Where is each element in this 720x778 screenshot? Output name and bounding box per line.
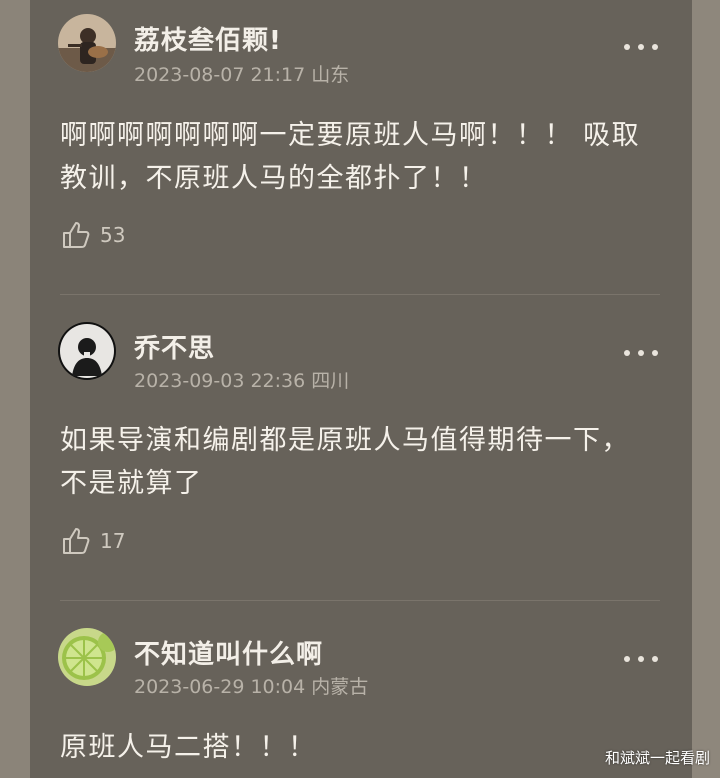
thumbs-up-icon <box>63 222 90 248</box>
avatar-image <box>58 14 116 72</box>
username[interactable]: 乔不思 <box>134 328 215 365</box>
more-dots-icon[interactable] <box>624 42 658 52</box>
background-left-edge <box>0 0 30 778</box>
like-count: 53 <box>100 223 126 247</box>
username[interactable]: 不知道叫什么啊 <box>134 634 323 671</box>
more-dots-icon[interactable] <box>624 348 658 358</box>
divider <box>60 294 660 295</box>
avatar[interactable] <box>58 322 116 380</box>
background-right-edge <box>692 0 720 778</box>
avatar[interactable] <box>58 14 116 72</box>
watermark: 和斌斌一起看剧 <box>604 749 710 767</box>
comment-meta: 2023-09-03 22:36 四川 <box>134 370 350 392</box>
comment-panel: 荔枝叁佰颗! 2023-08-07 21:17 山东 啊啊啊啊啊啊啊一定要原班人… <box>30 0 692 778</box>
avatar-image <box>58 628 116 686</box>
avatar-image <box>58 322 116 380</box>
thumbs-up-icon <box>63 528 90 554</box>
comment-text: 啊啊啊啊啊啊啊一定要原班人马啊！！！ 吸取 教训，不原班人马的全都扑了！！ <box>60 120 641 194</box>
more-dots-icon[interactable] <box>624 654 658 664</box>
comment-meta: 2023-06-29 10:04 内蒙古 <box>134 676 369 698</box>
like-button[interactable]: 53 <box>60 220 125 250</box>
comment-text: 原班人马二搭！！！ <box>60 732 317 763</box>
comment-meta: 2023-08-07 21:17 山东 <box>134 64 350 86</box>
like-count: 17 <box>100 529 126 553</box>
avatar[interactable] <box>58 628 116 686</box>
comment-text: 如果导演和编剧都是原班人马值得期待一下， 不是就算了 <box>60 425 630 499</box>
like-button[interactable]: 17 <box>60 526 125 556</box>
divider <box>60 600 660 601</box>
username[interactable]: 荔枝叁佰颗! <box>134 20 282 57</box>
